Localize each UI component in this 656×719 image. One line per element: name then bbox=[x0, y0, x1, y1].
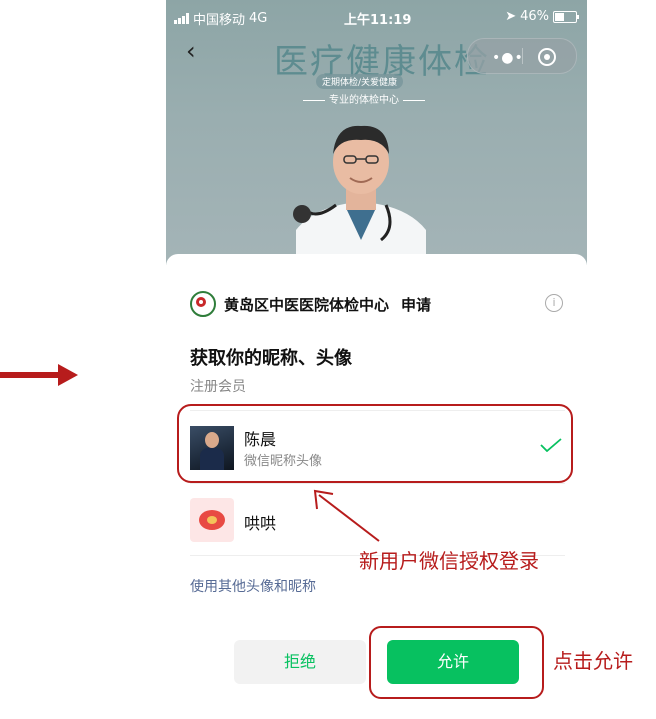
header-banner: 中国移动 4G 上午11:19 ➤ 46% ‹ 医疗健康体检 定期体检/关爱健康… bbox=[166, 0, 587, 265]
other-avatar-link[interactable]: 使用其他头像和昵称 bbox=[190, 576, 316, 596]
deny-button[interactable]: 拒绝 bbox=[234, 640, 366, 684]
apply-label: 申请 bbox=[401, 295, 432, 314]
highlight-box-profile bbox=[177, 404, 573, 483]
network-label: 4G bbox=[249, 11, 268, 26]
hospital-logo-icon bbox=[190, 291, 216, 317]
app-header: 黄岛区中医医院体检中心 申请 bbox=[190, 291, 432, 317]
request-title: 获取你的昵称、头像 bbox=[190, 348, 352, 369]
capsule-divider bbox=[522, 48, 523, 64]
doctor-image bbox=[293, 125, 426, 265]
battery-percent: 46% bbox=[520, 9, 549, 24]
annotation-arrow bbox=[313, 489, 380, 542]
banner-subtitle: 定期体检/关爱健康 bbox=[316, 74, 404, 89]
info-icon[interactable]: i bbox=[545, 294, 563, 312]
phone-screen: 中国移动 4G 上午11:19 ➤ 46% ‹ 医疗健康体检 定期体检/关爱健康… bbox=[166, 0, 587, 719]
app-name: 黄岛区中医医院体检中心 bbox=[224, 295, 390, 314]
option-name: 哄哄 bbox=[244, 514, 277, 533]
location-icon: ➤ bbox=[505, 9, 517, 24]
banner-tagline: 专业的体检中心 bbox=[284, 91, 444, 106]
divider bbox=[190, 483, 565, 484]
miniprogram-capsule[interactable]: •●• bbox=[467, 38, 577, 74]
annotation-click-allow: 点击允许 bbox=[553, 649, 633, 673]
carrier-label: 中国移动 bbox=[193, 13, 246, 28]
highlight-box-allow bbox=[369, 626, 544, 699]
signal-icon bbox=[174, 13, 189, 24]
back-icon[interactable]: ‹ bbox=[186, 39, 200, 63]
annotation-left-arrow bbox=[0, 364, 78, 386]
more-icon[interactable]: •●• bbox=[492, 50, 524, 66]
status-bar: 中国移动 4G 上午11:19 ➤ 46% bbox=[166, 0, 587, 32]
avatar bbox=[190, 498, 234, 542]
close-miniprogram-icon[interactable] bbox=[538, 48, 556, 66]
request-subtitle: 注册会员 bbox=[190, 379, 246, 395]
battery-icon bbox=[553, 10, 579, 23]
annotation-new-user: 新用户微信授权登录 bbox=[359, 549, 539, 573]
clock: 上午11:19 bbox=[344, 13, 412, 28]
